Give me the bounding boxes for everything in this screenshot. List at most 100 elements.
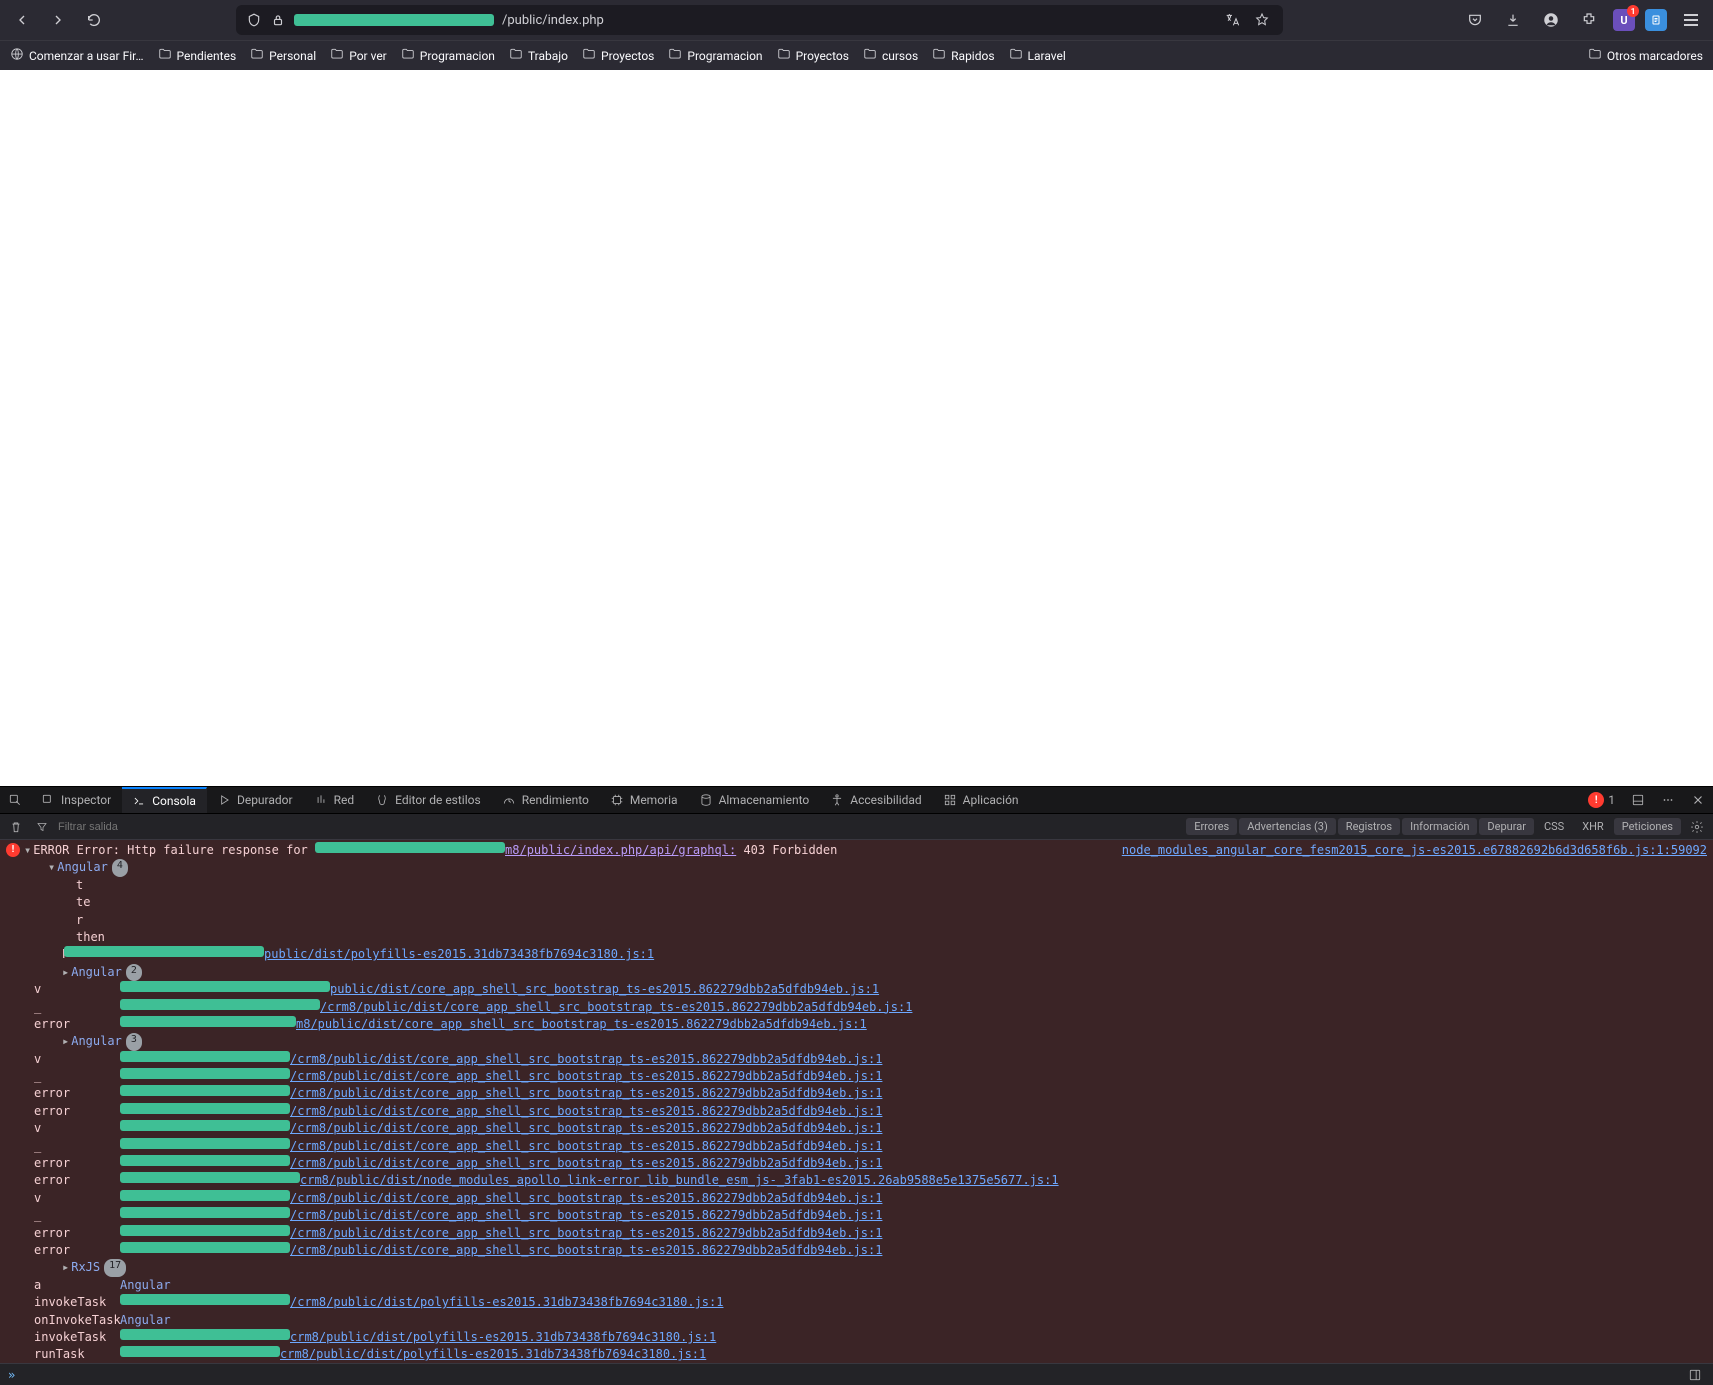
url-redacted: [120, 1016, 296, 1027]
filter-icon: [32, 817, 52, 837]
bookmark-item[interactable]: Pendientes: [158, 47, 237, 64]
folder-icon: [582, 47, 596, 64]
url-redacted: [64, 946, 264, 957]
source-link[interactable]: /crm8/public/dist/core_app_shell_src_boo…: [290, 1068, 882, 1085]
other-bookmarks-label: Otros marcadores: [1607, 49, 1703, 63]
source-link[interactable]: public/dist/core_app_shell_src_bootstrap…: [330, 981, 879, 998]
devtools-tab-inspector[interactable]: Inspector: [31, 787, 122, 813]
source-link[interactable]: /crm8/public/dist/core_app_shell_src_boo…: [290, 1242, 882, 1259]
twisty-icon[interactable]: ▸: [62, 1033, 69, 1050]
bookmark-item[interactable]: Programacion: [401, 47, 495, 64]
source-link[interactable]: public/dist/polyfills-es2015.31db73438fb…: [264, 946, 654, 963]
stack-frame: error/crm8/public/dist/core_app_shell_sr…: [6, 1155, 1707, 1172]
source-link[interactable]: /crm8/public/dist/core_app_shell_src_boo…: [290, 1085, 882, 1102]
prompt-chevron-icon: »: [8, 1368, 15, 1382]
app-menu-button[interactable]: [1677, 6, 1705, 34]
devtools-error-indicator[interactable]: ! 1: [1580, 787, 1623, 813]
stack-frame: error/crm8/public/dist/core_app_shell_sr…: [6, 1085, 1707, 1102]
url-redacted: [294, 14, 494, 26]
bookmark-item[interactable]: Comenzar a usar Fir…: [10, 47, 144, 64]
filter-pill-errores[interactable]: Errores: [1186, 818, 1237, 835]
console-split-button[interactable]: [1685, 1367, 1705, 1383]
devtools-tab-accesibilidad[interactable]: Accesibilidad: [820, 787, 932, 813]
back-button[interactable]: [8, 6, 36, 34]
devtools-tab-red[interactable]: Red: [304, 787, 366, 813]
bookmark-item[interactable]: Proyectos: [582, 47, 654, 64]
devtools-tab-aplicación[interactable]: Aplicación: [933, 787, 1030, 813]
console-output[interactable]: ! ▾ ERROR Error: Http failure response f…: [0, 840, 1713, 1363]
url-bar[interactable]: /public/index.php: [236, 5, 1283, 35]
twisty-icon[interactable]: ▾: [24, 842, 31, 859]
devtools-more-button[interactable]: [1653, 787, 1683, 813]
source-link[interactable]: crm8/public/dist/node_modules_apollo_lin…: [300, 1172, 1059, 1189]
bookmark-item[interactable]: Programacion: [668, 47, 762, 64]
url-redacted: [120, 1085, 290, 1096]
extension-ublock[interactable]: U 1: [1613, 9, 1635, 31]
source-link[interactable]: m8/public/dist/core_app_shell_src_bootst…: [296, 1016, 867, 1033]
stack-frame: te: [6, 894, 1707, 911]
extension-doc[interactable]: [1645, 9, 1667, 31]
devtools-tab-rendimiento[interactable]: Rendimiento: [492, 787, 600, 813]
bookmark-item[interactable]: cursos: [863, 47, 918, 64]
count-badge: 3: [126, 1033, 142, 1050]
devtools-close-button[interactable]: [1683, 787, 1713, 813]
bookmark-item[interactable]: Por ver: [330, 47, 387, 64]
framework-label: Angular: [120, 1312, 171, 1329]
pocket-icon[interactable]: [1461, 6, 1489, 34]
devtools-tab-depurador[interactable]: Depurador: [207, 787, 304, 813]
source-link[interactable]: /crm8/public/dist/core_app_shell_src_boo…: [290, 1190, 882, 1207]
tab-label: Inspector: [61, 793, 111, 807]
filter-pill-advertencias[interactable]: Advertencias (3): [1239, 818, 1336, 835]
source-link[interactable]: /crm8/public/dist/polyfills-es2015.31db7…: [290, 1294, 723, 1311]
translate-icon[interactable]: [1221, 9, 1243, 31]
filter-pill-peticiones[interactable]: Peticiones: [1614, 818, 1681, 835]
source-link[interactable]: /crm8/public/dist/core_app_shell_src_boo…: [290, 1120, 882, 1137]
filter-pill-registros[interactable]: Registros: [1338, 818, 1400, 835]
forward-button[interactable]: [44, 6, 72, 34]
other-bookmarks[interactable]: Otros marcadores: [1588, 47, 1703, 64]
bookmark-item[interactable]: Laravel: [1009, 47, 1066, 64]
source-link[interactable]: crm8/public/dist/polyfills-es2015.31db73…: [290, 1329, 716, 1346]
bookmark-item[interactable]: Proyectos: [777, 47, 849, 64]
console-settings-button[interactable]: [1687, 817, 1707, 837]
devtools-toggle-picker[interactable]: [0, 787, 31, 813]
source-link[interactable]: /crm8/public/dist/core_app_shell_src_boo…: [290, 1103, 882, 1120]
twisty-icon[interactable]: ▸: [62, 1259, 69, 1276]
devtools-tab-editor-de-estilos[interactable]: Editor de estilos: [365, 787, 492, 813]
console-filter-input[interactable]: [58, 821, 238, 833]
filter-pill-depurar[interactable]: Depurar: [1479, 818, 1534, 835]
lock-icon: [270, 12, 286, 28]
filter-pill-información[interactable]: Información: [1402, 818, 1477, 835]
source-link[interactable]: /crm8/public/dist/core_app_shell_src_boo…: [290, 1225, 882, 1242]
bookmark-item[interactable]: Trabajo: [509, 47, 568, 64]
source-link[interactable]: /crm8/public/dist/core_app_shell_src_boo…: [290, 1207, 882, 1224]
clear-console-button[interactable]: [6, 817, 26, 837]
devtools-dock-button[interactable]: [1623, 787, 1653, 813]
source-link[interactable]: /crm8/public/dist/core_app_shell_src_boo…: [320, 999, 912, 1016]
devtools-tab-almacenamiento[interactable]: Almacenamiento: [689, 787, 821, 813]
devtools-tab-consola[interactable]: Consola: [122, 787, 207, 813]
devtools-tab-memoria[interactable]: Memoria: [600, 787, 689, 813]
source-link[interactable]: /crm8/public/dist/core_app_shell_src_boo…: [290, 1155, 882, 1172]
twisty-icon[interactable]: ▸: [62, 964, 69, 981]
error-url-path[interactable]: m8/public/index.php/api/graphql:: [505, 842, 736, 859]
source-link[interactable]: /crm8/public/dist/core_app_shell_src_boo…: [290, 1138, 882, 1155]
reload-button[interactable]: [80, 6, 108, 34]
twisty-icon[interactable]: ▾: [48, 859, 55, 876]
bookmark-star-icon[interactable]: [1251, 9, 1273, 31]
bookmark-item[interactable]: Rapidos: [932, 47, 994, 64]
bookmark-item[interactable]: Personal: [250, 47, 316, 64]
tab-label: Rendimiento: [522, 793, 589, 807]
account-icon[interactable]: [1537, 6, 1565, 34]
filter-pill-xhr[interactable]: XHR: [1574, 818, 1612, 835]
extensions-icon[interactable]: [1575, 6, 1603, 34]
url-redacted: [120, 1329, 290, 1340]
filter-pill-css[interactable]: CSS: [1536, 818, 1572, 835]
url-redacted: [120, 1294, 290, 1305]
bookmarks-bar: Comenzar a usar Fir… Pendientes Personal Po…: [0, 40, 1713, 70]
source-link[interactable]: crm8/public/dist/polyfills-es2015.31db73…: [280, 1346, 706, 1363]
source-link[interactable]: /crm8/public/dist/core_app_shell_src_boo…: [290, 1051, 882, 1068]
error-source-link[interactable]: node_modules_angular_core_fesm2015_core_…: [1122, 842, 1707, 859]
downloads-icon[interactable]: [1499, 6, 1527, 34]
console-prompt[interactable]: »: [0, 1363, 1713, 1385]
